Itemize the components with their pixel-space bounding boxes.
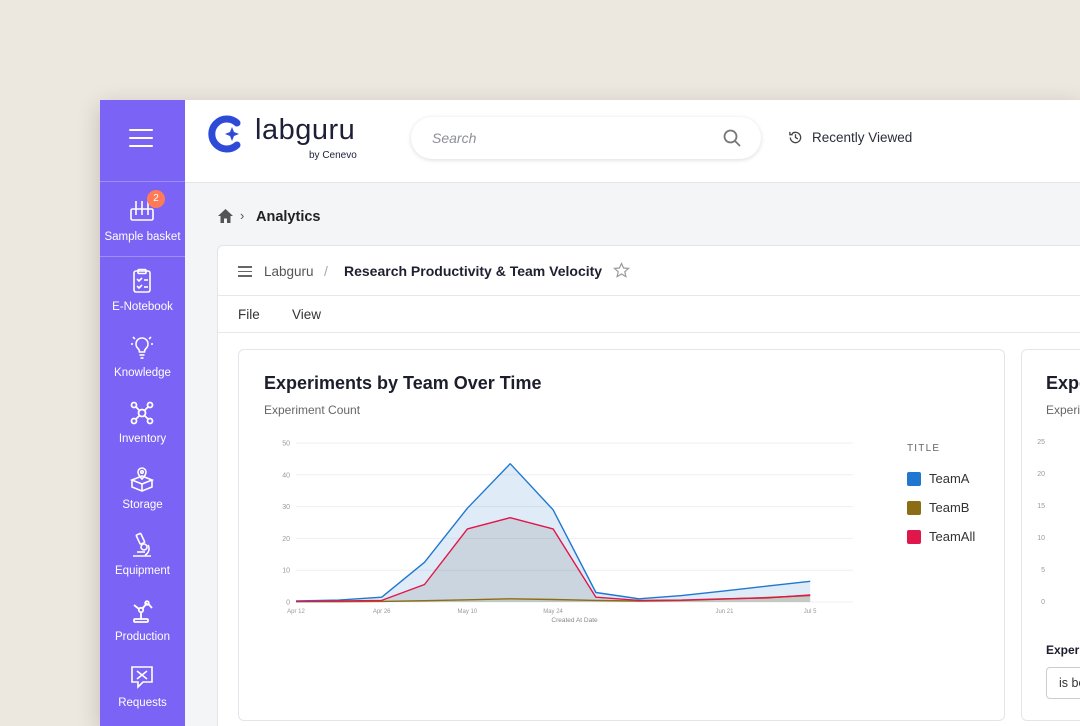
sidebar-item-label: E-Notebook: [112, 301, 173, 313]
dashboard-header: Labguru / Research Productivity & Team V…: [218, 246, 1080, 296]
dashboard-title: Research Productivity & Team Velocity: [344, 263, 603, 279]
sidebar-divider: [100, 256, 185, 257]
favorite-star-icon[interactable]: [613, 262, 630, 279]
filter-select-value: is be: [1059, 676, 1080, 690]
y-tick-label: 10: [1037, 535, 1045, 542]
sidebar-item-storage[interactable]: Storage: [100, 466, 185, 528]
dashboard-menu-icon[interactable]: [238, 266, 252, 277]
x-tick-label: Jul 5: [804, 609, 817, 615]
sidebar-item-label: Storage: [122, 499, 163, 511]
top-header: labguru by Cenevo Search Recently Viewed: [185, 100, 1080, 183]
sidebar-item-knowledge[interactable]: Knowledge: [100, 334, 185, 396]
y-tick-label: 0: [1041, 599, 1045, 606]
molecule-icon: [130, 401, 154, 425]
notebook-icon: [133, 268, 151, 293]
search-placeholder: Search: [432, 130, 477, 146]
x-axis-label: Created At Date: [551, 617, 598, 624]
search-icon[interactable]: [722, 128, 742, 148]
home-icon[interactable]: [217, 208, 234, 224]
y-tick-label: 15: [1037, 503, 1045, 510]
storage-box-icon: [129, 467, 155, 492]
robot-arm-icon: [133, 600, 153, 623]
menu-file[interactable]: File: [238, 307, 260, 322]
sidebar-item-e-notebook[interactable]: E-Notebook: [100, 268, 185, 330]
x-tick-label: Apr 12: [287, 609, 305, 615]
legend-swatch: [907, 530, 921, 544]
y-tick-label: 50: [282, 441, 290, 448]
line-chart: 0 10 20 30 40 50 Apr 12 Apr 26 May 10 May 24 Jun 2…: [282, 441, 853, 624]
logo-subtitle: by Cenevo: [309, 150, 357, 161]
logo-text: labguru: [255, 114, 356, 146]
x-tick-label: Jun 21: [715, 609, 734, 615]
filter-label: Exper: [1046, 643, 1080, 657]
sidebar-item-label: Requests: [118, 697, 167, 709]
lightbulb-icon: [131, 336, 153, 359]
sidebar-item-requests[interactable]: Requests: [100, 664, 185, 726]
search-input[interactable]: Search: [411, 117, 761, 159]
sidebar-item-equipment[interactable]: Equipment: [100, 532, 185, 594]
legend-label: TeamAll: [929, 529, 976, 544]
sidebar-item-label: Production: [115, 631, 170, 643]
x-tick-label: May 10: [458, 609, 478, 615]
hamburger-menu-icon[interactable]: [129, 129, 153, 148]
secondary-chart-subtitle: Experi: [1046, 403, 1080, 417]
y-tick-label: 20: [282, 536, 290, 543]
dashboard-menubar: File View: [218, 297, 1080, 333]
recently-viewed-button[interactable]: Recently Viewed: [812, 130, 912, 145]
sidebar-item-inventory[interactable]: Inventory: [100, 400, 185, 462]
y-tick-label: 30: [282, 504, 290, 511]
sidebar-item-label: Equipment: [115, 565, 170, 577]
legend-swatch: [907, 472, 921, 486]
basket-count-badge: 2: [147, 190, 165, 208]
legend-swatch: [907, 501, 921, 515]
y-tick-label: 20: [1037, 471, 1045, 478]
app-window: 2 Sample basket E-Notebook Knowledge Inv…: [100, 100, 1080, 726]
history-clock-icon: [789, 131, 802, 144]
sidebar-item-sample-basket[interactable]: 2 Sample basket: [100, 190, 185, 260]
y-tick-label: 25: [1037, 439, 1045, 446]
microscope-icon: [133, 532, 151, 557]
legend-label: TeamA: [929, 471, 970, 486]
requests-icon: [131, 666, 153, 689]
sidebar-item-label: Inventory: [118, 433, 167, 445]
sidebar: 2 Sample basket E-Notebook Knowledge Inv…: [100, 100, 185, 726]
y-tick-label: 10: [282, 568, 290, 575]
y-tick-label: 0: [286, 600, 290, 607]
breadcrumb-separator: /: [324, 263, 328, 279]
y-tick-label: 40: [282, 472, 290, 479]
menu-view[interactable]: View: [292, 307, 321, 322]
sidebar-item-label: Knowledge: [114, 367, 171, 379]
filter-select[interactable]: is be: [1046, 667, 1080, 699]
labguru-logo-icon[interactable]: [207, 115, 245, 153]
y-tick-label: 5: [1041, 567, 1045, 574]
legend-title: TITLE: [907, 443, 941, 454]
sidebar-divider: [100, 181, 185, 182]
dashboard-root-link[interactable]: Labguru: [264, 264, 314, 279]
chart-card-experiments-by-team: Experiments by Team Over Time Experiment…: [238, 349, 1005, 721]
sidebar-item-production[interactable]: Production: [100, 598, 185, 660]
x-tick-label: May 24: [543, 609, 563, 615]
breadcrumb-chevron-icon: ›: [240, 208, 245, 223]
sidebar-item-label: Sample basket: [104, 231, 181, 243]
breadcrumb-current-page[interactable]: Analytics: [256, 209, 320, 225]
chart-card-secondary: Expe Experi 25 20 15 10 5 0 Exper is be: [1021, 349, 1080, 721]
x-tick-label: Apr 26: [373, 609, 391, 615]
legend-label: TeamB: [929, 500, 970, 515]
secondary-chart-title: Expe: [1046, 373, 1080, 393]
